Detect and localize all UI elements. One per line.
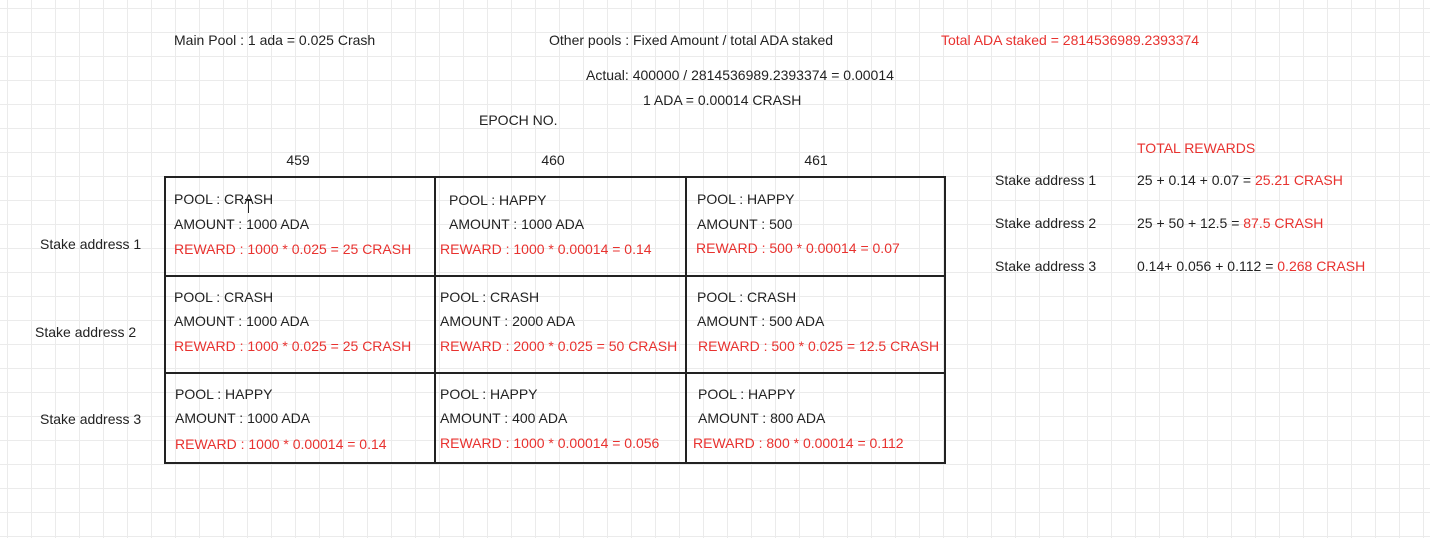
table-divider [434,178,436,462]
cell-amount: AMOUNT : 1000 ADA [174,216,310,232]
row-label-stake-address-1: Stake address 1 [40,236,142,252]
cell-amount: AMOUNT : 1000 ADA [449,216,585,232]
cell-pool: POOL : HAPPY [440,386,538,402]
cell-pool: POOL : HAPPY [449,192,547,208]
table-divider [685,178,687,462]
total-result: 25.21 CRASH [1254,172,1343,188]
ada-conversion-note: 1 ADA = 0.00014 CRASH [643,92,802,108]
cell-reward: REWARD : 1000 * 0.025 = 25 CRASH [174,241,412,257]
epoch-header-461: 461 [804,152,828,168]
total-row: 0.14+ 0.056 + 0.112 = 0.268 CRASH [1137,257,1365,275]
cell-amount: AMOUNT : 1000 ADA [174,313,310,329]
cell-reward: REWARD : 1000 * 0.00014 = 0.14 [440,241,652,257]
main-pool-note: Main Pool : 1 ada = 0.025 Crash [174,32,376,48]
cell-reward: REWARD : 2000 * 0.025 = 50 CRASH [440,338,678,354]
total-label: Stake address 2 [995,215,1097,231]
cell-reward: REWARD : 500 * 0.025 = 12.5 CRASH [698,338,940,354]
total-row: 25 + 50 + 12.5 = 87.5 CRASH [1137,214,1323,232]
table-divider [166,372,944,374]
total-label: Stake address 3 [995,258,1097,274]
row-label-stake-address-3: Stake address 3 [40,411,142,427]
text-cursor-icon [245,199,252,213]
total-rewards-title: TOTAL REWARDS [1137,140,1256,156]
total-label: Stake address 1 [995,172,1097,188]
cell-pool: POOL : CRASH [440,289,540,305]
total-formula: 25 + 50 + 12.5 = [1137,215,1244,231]
cell-pool: POOL : HAPPY [698,386,796,402]
total-formula: 25 + 0.14 + 0.07 = [1137,172,1255,188]
total-row: 25 + 0.14 + 0.07 = 25.21 CRASH [1137,171,1343,189]
epoch-header-459: 459 [286,152,310,168]
table-divider [166,275,944,277]
cell-pool: POOL : HAPPY [697,191,795,207]
cell-reward: REWARD : 500 * 0.00014 = 0.07 [696,240,900,256]
cell-amount: AMOUNT : 1000 ADA [175,410,311,426]
cell-amount: AMOUNT : 400 ADA [440,410,568,426]
epoch-label: EPOCH NO. [479,112,558,128]
total-result: 87.5 CRASH [1243,215,1324,231]
cell-pool: POOL : CRASH [174,289,274,305]
epoch-header-460: 460 [541,152,565,168]
cell-amount: AMOUNT : 2000 ADA [440,313,576,329]
cell-pool: POOL : HAPPY [175,386,273,402]
total-result: 0.268 CRASH [1277,258,1366,274]
total-formula: 0.14+ 0.056 + 0.112 = [1137,258,1278,274]
cell-amount: AMOUNT : 800 ADA [698,410,826,426]
cell-pool: POOL : CRASH [174,191,274,207]
cell-reward: REWARD : 800 * 0.00014 = 0.112 [693,435,904,451]
cell-reward: REWARD : 1000 * 0.00014 = 0.14 [175,436,387,452]
total-ada-staked: Total ADA staked = 2814536989.2393374 [941,32,1200,48]
cell-amount: AMOUNT : 500 ADA [697,313,825,329]
cell-amount: AMOUNT : 500 [697,216,793,232]
actual-calculation: Actual: 400000 / 2814536989.2393374 = 0.… [586,67,894,83]
cell-reward: REWARD : 1000 * 0.025 = 25 CRASH [174,338,412,354]
row-label-stake-address-2: Stake address 2 [35,324,137,340]
other-pools-note: Other pools : Fixed Amount / total ADA s… [549,32,834,48]
cell-reward: REWARD : 1000 * 0.00014 = 0.056 [440,435,660,451]
cell-pool: POOL : CRASH [697,289,797,305]
